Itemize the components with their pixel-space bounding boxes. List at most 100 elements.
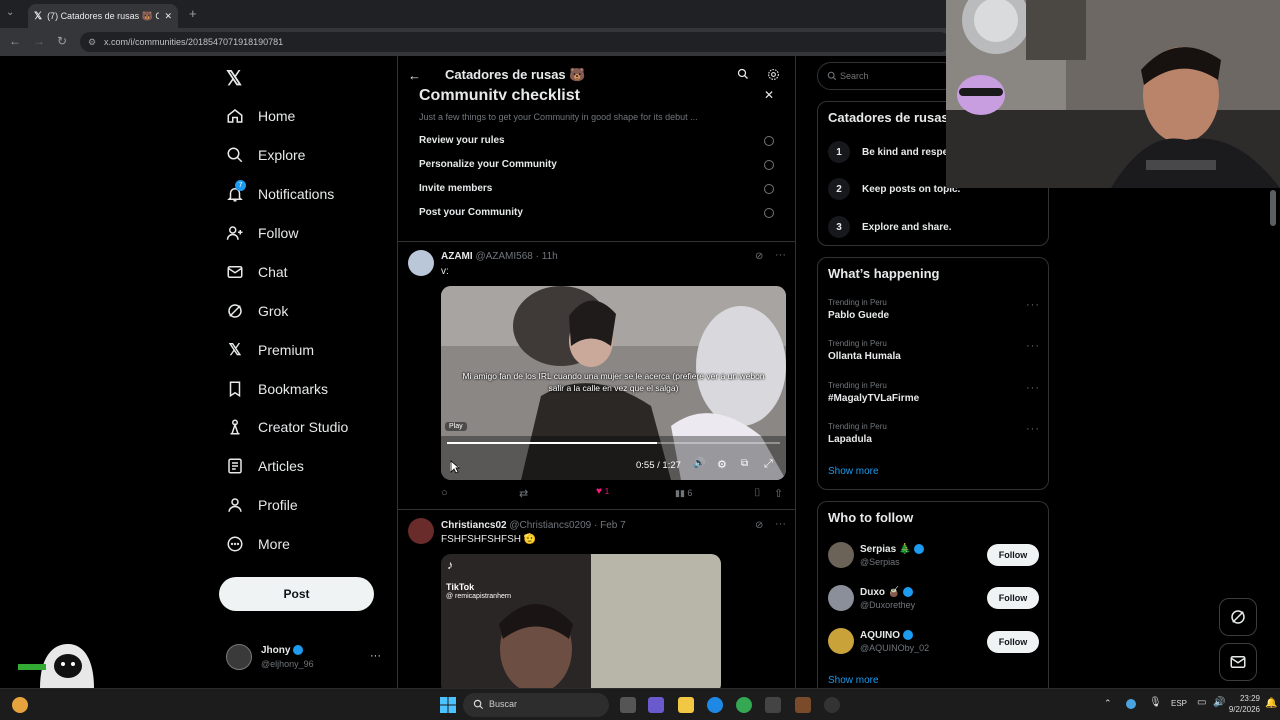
- clock-date[interactable]: 9/2/2026: [1222, 705, 1260, 714]
- post-button[interactable]: Post: [219, 577, 374, 611]
- trend-item[interactable]: Trending in Peru Pablo Guede: [828, 298, 889, 321]
- nav-bookmarks[interactable]: Bookmarks: [226, 380, 328, 398]
- nav-premium[interactable]: 𝕏 Premium: [226, 341, 314, 359]
- share-icon[interactable]: ⇧: [774, 487, 783, 500]
- post1-author[interactable]: AZAMI: [441, 251, 473, 262]
- follow-suggestion[interactable]: Serpias 🎄 @Serpias: [828, 542, 925, 568]
- trend-item[interactable]: Trending in Peru #MagalyTVLaFirme: [828, 381, 919, 404]
- follow-button[interactable]: Follow: [987, 587, 1039, 609]
- post2-video[interactable]: ♪ TikTok @ remicapistranhern: [441, 554, 721, 688]
- nav-chat[interactable]: Chat: [226, 263, 288, 281]
- edge-icon[interactable]: [707, 697, 723, 713]
- account-more-icon[interactable]: ···: [370, 650, 381, 662]
- app-icon[interactable]: [824, 697, 840, 713]
- new-tab-icon[interactable]: +: [189, 6, 197, 21]
- reply-icon[interactable]: ○: [441, 487, 448, 499]
- start-icon[interactable]: [440, 697, 456, 713]
- notification-center-icon[interactable]: 🔔: [1265, 698, 1277, 709]
- checklist-item-post[interactable]: Post your Community: [419, 207, 523, 218]
- trend-more-icon[interactable]: ···: [1026, 340, 1040, 352]
- follow-suggestion[interactable]: Duxo 🧉 @Duxorethey: [828, 585, 915, 611]
- nav-more[interactable]: More: [226, 535, 290, 553]
- tab-list-icon[interactable]: ⌄: [6, 7, 20, 21]
- grok-float-button[interactable]: [1219, 598, 1257, 636]
- checklist-radio-invite[interactable]: [764, 184, 774, 194]
- post2-author[interactable]: Christiancs02: [441, 520, 507, 531]
- nav-notifications[interactable]: 7 Notifications: [226, 180, 334, 203]
- trend-item[interactable]: Trending in Peru Lapadula: [828, 422, 887, 445]
- grok-icon[interactable]: ⊘: [755, 520, 763, 531]
- nav-explore[interactable]: Explore: [226, 146, 305, 164]
- checklist-radio-personalize[interactable]: [764, 160, 774, 170]
- post2-handle[interactable]: @Christiancs0209: [509, 520, 591, 531]
- post2-time[interactable]: · Feb 7: [594, 520, 626, 531]
- show-more-trends-link[interactable]: Show more: [828, 466, 879, 477]
- checklist-radio-post[interactable]: [764, 208, 774, 218]
- language-indicator[interactable]: ESP: [1171, 699, 1187, 708]
- follow-button[interactable]: Follow: [987, 544, 1039, 566]
- back-icon[interactable]: ←: [9, 34, 21, 48]
- chrome-icon[interactable]: [736, 697, 752, 713]
- nav-profile[interactable]: Profile: [226, 496, 298, 514]
- search-input[interactable]: [840, 68, 950, 84]
- post-more-icon[interactable]: ···: [775, 518, 786, 530]
- taskbar-search[interactable]: Buscar: [463, 693, 609, 717]
- weather-icon[interactable]: [12, 697, 28, 713]
- messages-float-button[interactable]: [1219, 643, 1257, 681]
- video-player[interactable]: Mi amigo fan de los IRL cuando una mujer…: [441, 286, 786, 480]
- clock-time[interactable]: 23:29: [1232, 694, 1260, 703]
- nav-home[interactable]: Home: [226, 107, 295, 125]
- x-logo-icon[interactable]: 𝕏: [226, 66, 242, 91]
- trend-more-icon[interactable]: ···: [1026, 382, 1040, 394]
- close-tab-icon[interactable]: ✕: [164, 11, 172, 22]
- avatar[interactable]: [408, 250, 434, 276]
- checklist-item-invite[interactable]: Invite members: [419, 183, 492, 194]
- grok-icon[interactable]: ⊘: [755, 251, 763, 262]
- nav-grok[interactable]: Grok: [226, 302, 288, 320]
- post-more-icon[interactable]: ···: [775, 249, 786, 261]
- bookmark-icon[interactable]: ⌷: [754, 487, 761, 500]
- search-icon[interactable]: [737, 68, 749, 80]
- account-switcher[interactable]: Jhony @eljhony_96 ···: [226, 644, 406, 672]
- microphone-icon[interactable]: 🎙: [1149, 697, 1162, 708]
- like-button[interactable]: ♥ 1: [596, 486, 609, 497]
- avatar[interactable]: [408, 518, 434, 544]
- nav-articles[interactable]: Articles: [226, 457, 304, 475]
- views-button[interactable]: ▮▮ 6: [675, 488, 692, 499]
- show-more-follow-link[interactable]: Show more: [828, 675, 879, 686]
- back-arrow-icon[interactable]: ←: [408, 68, 421, 83]
- settings-gear-icon[interactable]: [767, 68, 780, 81]
- trend-item[interactable]: Trending in Peru Ollanta Humala: [828, 339, 901, 362]
- follow-suggestion[interactable]: AQUINO @AQUINOby_02: [828, 628, 929, 654]
- tray-app-icon[interactable]: [1126, 699, 1136, 709]
- post1-handle[interactable]: @AZAMI568: [475, 251, 532, 262]
- app-icon[interactable]: [795, 697, 811, 713]
- follow-button[interactable]: Follow: [987, 631, 1039, 653]
- video-settings-icon[interactable]: ⚙: [717, 458, 727, 471]
- copilot-icon[interactable]: [648, 697, 664, 713]
- checklist-radio-rules[interactable]: [764, 136, 774, 146]
- nav-follow[interactable]: Follow: [226, 224, 298, 242]
- url-field[interactable]: ⚙ x.com/i/communities/201854707191819078…: [80, 32, 950, 52]
- nav-creator-studio[interactable]: Creator Studio: [226, 418, 348, 436]
- checklist-item-personalize[interactable]: Personalize your Community: [419, 159, 557, 170]
- scrollbar-thumb[interactable]: [1270, 190, 1276, 226]
- site-info-icon[interactable]: ⚙: [88, 32, 96, 52]
- network-icon[interactable]: ▭: [1197, 697, 1206, 708]
- forward-icon[interactable]: →: [33, 34, 45, 48]
- task-view-icon[interactable]: [620, 697, 636, 713]
- search-box[interactable]: [817, 62, 957, 90]
- checklist-item-rules[interactable]: Review your rules: [419, 135, 505, 146]
- picture-in-picture-icon[interactable]: ⧉: [741, 458, 748, 469]
- store-icon[interactable]: [765, 697, 781, 713]
- post1-time[interactable]: · 11h: [536, 251, 558, 262]
- file-explorer-icon[interactable]: [678, 697, 694, 713]
- video-progress-track[interactable]: [447, 442, 780, 444]
- trend-more-icon[interactable]: ···: [1026, 423, 1040, 435]
- volume-icon[interactable]: 🔊: [693, 458, 705, 469]
- browser-tab[interactable]: 𝕏 (7) Catadores de rusas 🐻 Com ✕: [28, 4, 178, 28]
- close-checklist-icon[interactable]: ✕: [764, 88, 774, 102]
- reload-icon[interactable]: ↻: [57, 34, 67, 48]
- repost-icon[interactable]: ⇄: [519, 487, 528, 500]
- fullscreen-icon[interactable]: ⤢: [764, 458, 773, 471]
